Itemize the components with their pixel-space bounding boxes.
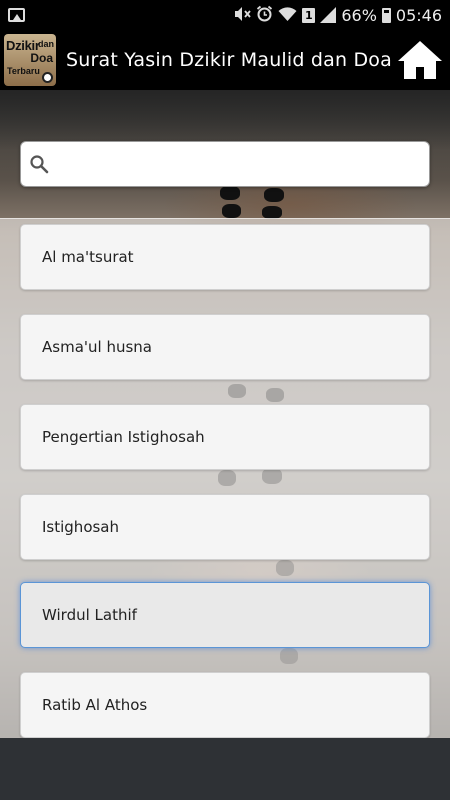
list-item-label: Wirdul Lathif	[42, 606, 137, 624]
list-item-label: Al ma'tsurat	[42, 248, 134, 266]
list-item-label: Pengertian Istighosah	[42, 428, 205, 446]
sim-icon: 1	[302, 7, 316, 23]
app-title: Surat Yasin Dzikir Maulid dan Doa	[66, 49, 392, 71]
logo-text-line2: dan	[37, 39, 54, 49]
list-item-label: Asma'ul husna	[42, 338, 152, 356]
search-box[interactable]	[20, 141, 430, 187]
home-icon	[398, 41, 442, 79]
app-bar: Dzikir dan Doa Terbaru Surat Yasin Dziki…	[0, 30, 450, 90]
logo-text-line3: Doa	[30, 51, 53, 65]
status-left	[8, 8, 25, 22]
list-item-istighosah[interactable]: Istighosah	[20, 494, 430, 560]
mute-icon	[234, 6, 252, 25]
list-item-label: Ratib Al Athos	[42, 696, 148, 714]
logo-badge-icon	[42, 72, 53, 83]
signal-icon	[320, 7, 337, 23]
list-item-ratib-al-athos[interactable]: Ratib Al Athos	[20, 672, 430, 738]
image-icon	[8, 8, 25, 22]
search-icon	[30, 155, 49, 174]
alarm-icon	[256, 5, 273, 25]
battery-icon	[381, 7, 391, 23]
battery-percent: 66%	[341, 5, 377, 25]
bottom-band	[0, 738, 450, 800]
list-item-pengertian-istighosah[interactable]: Pengertian Istighosah	[20, 404, 430, 470]
status-bar: 1 66% 05:46	[0, 0, 450, 30]
list-item-label: Istighosah	[42, 518, 120, 536]
list-item-al-matsurat[interactable]: Al ma'tsurat	[20, 224, 430, 290]
app-logo: Dzikir dan Doa Terbaru	[4, 34, 56, 86]
search-input[interactable]	[49, 142, 429, 186]
home-button[interactable]	[396, 36, 444, 84]
wifi-icon	[278, 6, 297, 25]
list-overlay	[0, 218, 450, 738]
list-item-asmaul-husna[interactable]: Asma'ul husna	[20, 314, 430, 380]
status-right: 1 66% 05:46	[234, 5, 442, 25]
logo-text-line4: Terbaru	[7, 66, 40, 76]
clock: 05:46	[395, 5, 442, 25]
list-item-wirdul-lathif[interactable]: Wirdul Lathif	[20, 582, 430, 648]
